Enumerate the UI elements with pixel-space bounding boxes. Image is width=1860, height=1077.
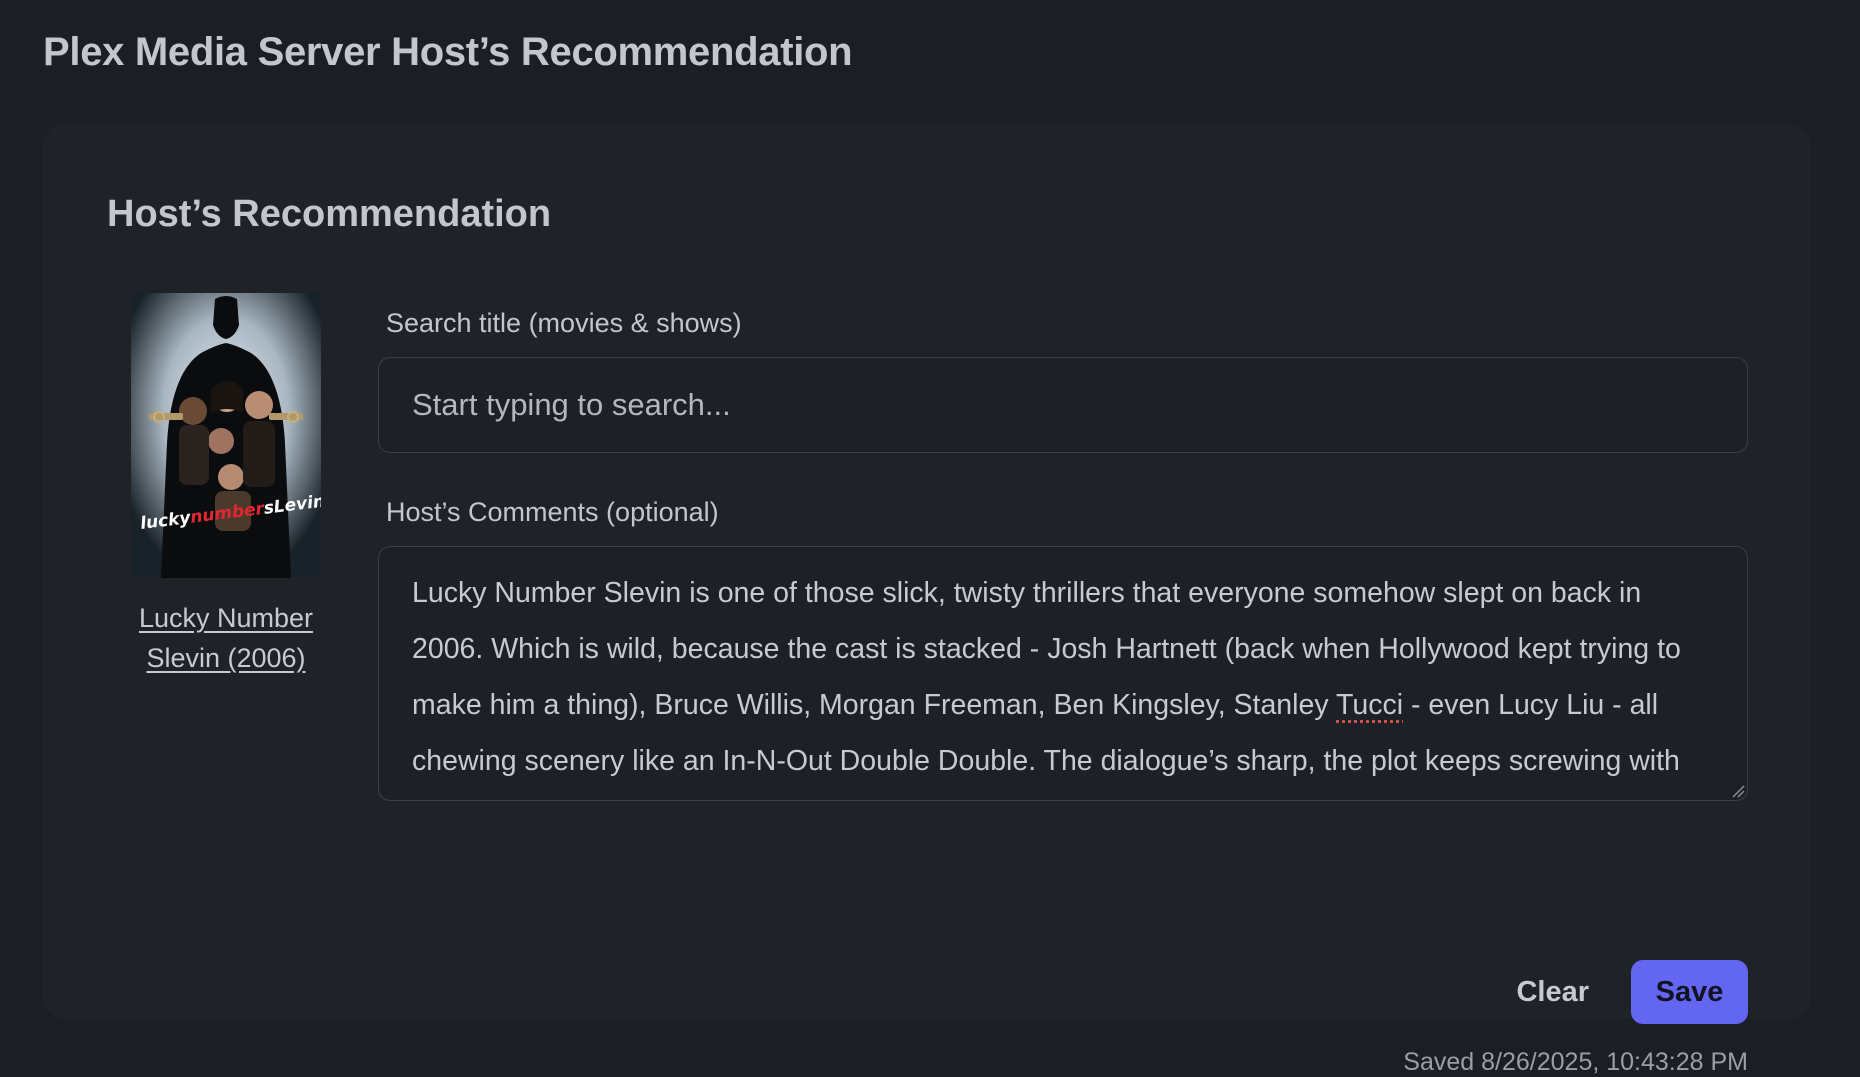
misspelled-word: Tucci [1336,689,1403,721]
saved-status-text: Saved 8/26/2025, 10:43:28 PM [1403,1048,1748,1077]
poster-column: luckynumbersLevin Lucky Number Slevin (2… [131,293,321,678]
resize-handle-icon[interactable] [1731,784,1745,798]
recommendation-card: Host’s Recommendation luckynumbersLevin … [43,124,1811,1019]
clear-button[interactable]: Clear [1510,966,1595,1019]
search-label: Search title (movies & shows) [386,308,1748,339]
movie-poster: luckynumbersLevin [131,293,321,578]
comments-label: Host’s Comments (optional) [386,497,1748,528]
comments-textarea[interactable]: Lucky Number Slevin is one of those slic… [378,546,1748,801]
movie-title-link[interactable]: Lucky Number Slevin (2006) [131,598,321,678]
save-button[interactable]: Save [1631,960,1748,1024]
search-input[interactable] [378,357,1748,453]
form-actions: Clear Save [1510,960,1748,1024]
card-title: Host’s Recommendation [107,193,551,236]
poster-artwork: luckynumbersLevin [131,293,321,578]
recommendation-form: Search title (movies & shows) Host’s Com… [378,308,1748,801]
page-title: Plex Media Server Host’s Recommendation [43,30,852,75]
